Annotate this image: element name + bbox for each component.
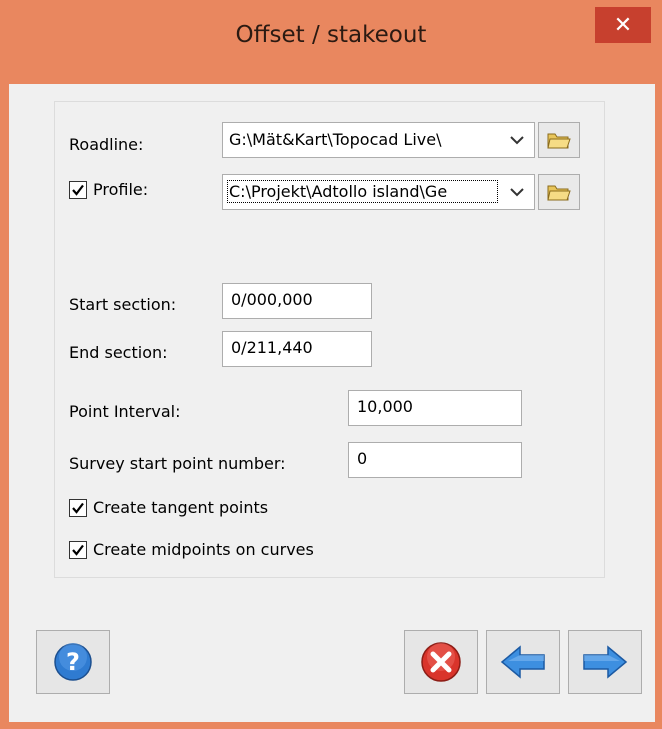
point-interval-label: Point Interval:	[69, 402, 181, 421]
create-tangent-label: Create tangent points	[93, 498, 269, 517]
create-tangent-checkbox[interactable]	[69, 498, 87, 517]
svg-text:?: ?	[66, 648, 80, 676]
profile-browse-button[interactable]	[538, 174, 580, 210]
settings-group: Roadline: G:\Mät&Kart\Topocad Live\ Prof…	[54, 101, 605, 578]
checkmark-icon	[72, 502, 84, 514]
profile-value: C:\Projekt\Adtollo island\Ge	[227, 180, 498, 203]
start-section-label: Start section:	[69, 295, 177, 314]
create-midpoints-checkbox[interactable]	[69, 540, 87, 559]
profile-label: Profile:	[93, 180, 149, 199]
checkmark-icon	[72, 544, 84, 556]
title-bar[interactable]: Offset / stakeout ✕	[0, 0, 662, 84]
end-section-input[interactable]: 0/211,440	[222, 331, 372, 367]
roadline-label: Roadline:	[69, 135, 144, 154]
end-section-label: End section:	[69, 343, 168, 362]
next-button[interactable]	[568, 630, 642, 694]
create-tangent-row[interactable]: Create tangent points	[69, 498, 268, 517]
close-button[interactable]: ✕	[595, 7, 651, 43]
folder-icon	[547, 185, 571, 201]
roadline-combo[interactable]: G:\Mät&Kart\Topocad Live\	[222, 122, 535, 158]
roadline-value: G:\Mät&Kart\Topocad Live\	[229, 130, 442, 149]
profile-checkbox[interactable]	[69, 180, 87, 199]
cancel-icon	[421, 642, 461, 682]
profile-combo[interactable]: C:\Projekt\Adtollo island\Ge	[222, 174, 535, 210]
create-midpoints-label: Create midpoints on curves	[93, 540, 314, 559]
profile-checkbox-row[interactable]: Profile:	[69, 180, 148, 199]
roadline-browse-button[interactable]	[538, 122, 580, 158]
arrow-right-icon	[583, 645, 628, 679]
checkmark-icon	[72, 184, 84, 196]
help-icon: ?	[54, 643, 92, 681]
dialog-client-area: Roadline: G:\Mät&Kart\Topocad Live\ Prof…	[9, 84, 655, 722]
survey-start-input[interactable]: 0	[348, 442, 522, 478]
create-midpoints-row[interactable]: Create midpoints on curves	[69, 540, 314, 559]
folder-icon	[547, 133, 571, 149]
chevron-down-icon[interactable]	[500, 175, 534, 209]
point-interval-input[interactable]: 10,000	[348, 390, 522, 426]
dialog-window: Offset / stakeout ✕ Roadline: G:\Mät&Kar…	[0, 0, 662, 729]
close-icon: ✕	[613, 12, 633, 38]
survey-start-label: Survey start point number:	[69, 454, 286, 473]
help-button[interactable]: ?	[36, 630, 110, 694]
chevron-down-icon[interactable]	[500, 123, 534, 157]
arrow-left-icon	[500, 645, 545, 679]
window-title: Offset / stakeout	[235, 22, 427, 48]
cancel-button[interactable]	[404, 630, 478, 694]
start-section-input[interactable]: 0/000,000	[222, 283, 372, 319]
back-button[interactable]	[486, 630, 560, 694]
